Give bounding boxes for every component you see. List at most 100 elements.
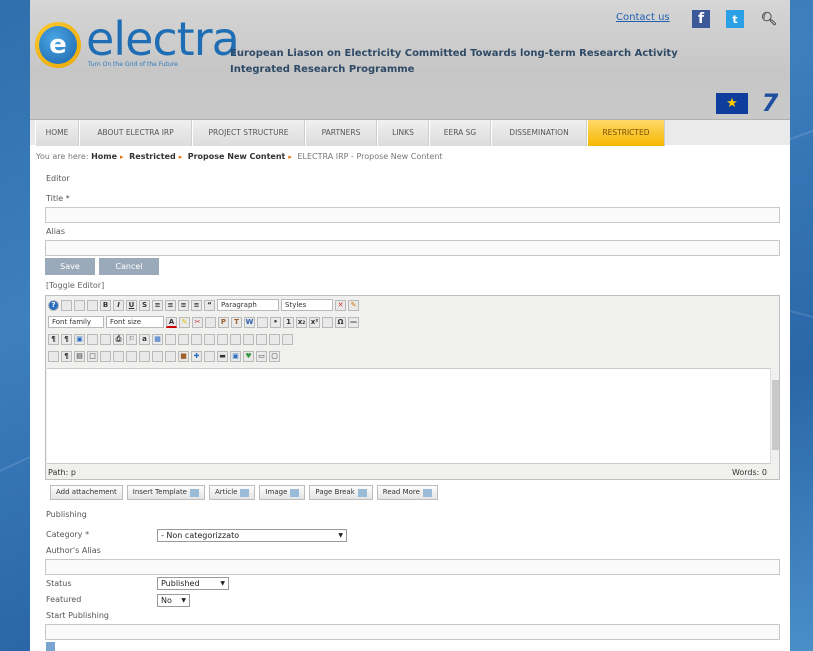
absolute-icon[interactable]: ▣ <box>230 350 241 362</box>
select-all-icon[interactable] <box>257 316 268 328</box>
insert-time-icon[interactable] <box>165 333 176 345</box>
align-right-icon[interactable]: ≡ <box>178 299 189 311</box>
facebook-icon[interactable]: f <box>692 10 710 28</box>
delete-col-icon[interactable] <box>269 333 280 345</box>
insert-date-icon[interactable]: ▦ <box>152 333 163 345</box>
bullet-list-icon[interactable]: • <box>270 316 281 328</box>
nav-item-dissemination[interactable]: DISSEMINATION <box>491 120 587 146</box>
subscript-icon[interactable]: x₂ <box>296 316 307 328</box>
template-icon[interactable]: ▤ <box>74 350 85 362</box>
contact-us-link[interactable]: Contact us <box>616 12 670 23</box>
read-more-button[interactable]: Read More <box>376 485 438 500</box>
font-size-select[interactable]: Font size <box>106 316 164 328</box>
copy-icon[interactable] <box>205 316 216 328</box>
help-icon[interactable]: ? <box>48 299 59 311</box>
scrollbar-thumb[interactable] <box>772 380 779 450</box>
ins-icon[interactable] <box>165 350 176 362</box>
title-field[interactable] <box>45 207 780 223</box>
media-icon[interactable] <box>87 333 98 345</box>
cell-props-icon[interactable] <box>230 333 241 345</box>
paste-text-icon[interactable]: T <box>231 316 242 328</box>
non-breaking-icon[interactable]: ♥ <box>243 350 254 362</box>
abbr-icon[interactable] <box>113 350 124 362</box>
editor-content-area[interactable] <box>47 368 778 464</box>
text-color-icon[interactable]: A <box>166 316 177 328</box>
align-center-icon[interactable]: ≡ <box>165 299 176 311</box>
nav-item-home[interactable]: HOME <box>35 120 79 146</box>
split-cells-icon[interactable] <box>282 333 293 345</box>
blockquote-icon[interactable]: “ <box>204 299 215 311</box>
electra-logo-icon[interactable]: e <box>35 22 81 68</box>
calendar-icon[interactable] <box>46 642 55 651</box>
breadcrumb-restricted[interactable]: Restricted <box>129 152 176 161</box>
add-attachment-button[interactable]: Add attachement <box>50 485 123 500</box>
strikethrough-icon[interactable]: S <box>139 299 150 311</box>
nav-item-about[interactable]: ABOUT ELECTRA IRP <box>79 120 192 146</box>
ltr-icon[interactable]: ¶ <box>48 333 59 345</box>
editor-scrollbar[interactable] <box>770 368 779 464</box>
align-left-icon[interactable]: ≡ <box>152 299 163 311</box>
search-icon[interactable]: 🔍︎ <box>760 10 778 28</box>
featured-select[interactable]: No ▼ <box>157 594 190 607</box>
nav-item-restricted[interactable]: RESTRICTED <box>587 120 665 146</box>
special-char-icon[interactable]: Ω <box>335 316 346 328</box>
bold-icon[interactable]: B <box>100 299 111 311</box>
new-document-icon[interactable] <box>61 299 72 311</box>
acronym-icon[interactable] <box>126 350 137 362</box>
col-after-icon[interactable] <box>256 333 267 345</box>
breadcrumb-propose[interactable]: Propose New Content <box>188 152 286 161</box>
align-justify-icon[interactable]: ≡ <box>191 299 202 311</box>
cite-icon[interactable] <box>139 350 150 362</box>
category-select[interactable]: - Non categorizzato ▼ <box>157 529 347 542</box>
insert-layer-icon[interactable]: ✚ <box>191 350 202 362</box>
paragraph-select[interactable]: Paragraph <box>217 299 279 311</box>
toggle-editor-link[interactable]: [Toggle Editor] <box>46 281 104 290</box>
rtl-icon[interactable]: ¶ <box>61 333 72 345</box>
undo-icon[interactable] <box>74 299 85 311</box>
layer-icon[interactable]: □ <box>87 350 98 362</box>
status-select[interactable]: Published ▼ <box>157 577 229 590</box>
styles-select[interactable]: Styles <box>281 299 333 311</box>
superscript-icon[interactable]: x² <box>309 316 320 328</box>
anchor-icon[interactable] <box>100 333 111 345</box>
show-blocks-icon[interactable]: ¶ <box>61 350 72 362</box>
styleprops-icon[interactable] <box>100 350 111 362</box>
table-icon[interactable] <box>204 333 215 345</box>
image-button[interactable]: Image <box>259 485 306 500</box>
move-backward-icon[interactable]: ▬ <box>217 350 228 362</box>
authors-alias-field[interactable] <box>45 559 780 575</box>
paste-icon[interactable]: P <box>218 316 229 328</box>
move-forward-icon[interactable] <box>204 350 215 362</box>
unlink-icon[interactable] <box>191 333 202 345</box>
insert-template-button[interactable]: Insert Template <box>126 485 205 500</box>
del-icon[interactable] <box>152 350 163 362</box>
charmap-disabled-icon[interactable] <box>322 316 333 328</box>
cancel-button[interactable]: Cancel <box>99 258 159 275</box>
breadcrumb-home[interactable]: Home <box>91 152 117 161</box>
twitter-icon[interactable]: t <box>726 10 744 28</box>
fullscreen-icon[interactable]: ▢ <box>269 350 280 362</box>
redo-icon[interactable] <box>87 299 98 311</box>
alias-field[interactable] <box>45 240 780 256</box>
eraser-icon[interactable]: ✎ <box>348 299 359 311</box>
article-button[interactable]: Article <box>209 485 256 500</box>
horizontal-rule-icon[interactable]: — <box>348 316 359 328</box>
start-publishing-field[interactable] <box>45 624 780 640</box>
highlight-icon[interactable]: ✎ <box>179 316 190 328</box>
logo-wordmark[interactable]: electra <box>86 12 240 66</box>
page-break-button[interactable]: Page Break <box>309 485 373 500</box>
attribs-icon[interactable]: ■ <box>178 350 189 362</box>
col-before-icon[interactable] <box>243 333 254 345</box>
underline-icon[interactable]: U <box>126 299 137 311</box>
print-icon[interactable]: ⎙ <box>113 333 124 345</box>
nav-item-partners[interactable]: PARTNERS <box>305 120 377 146</box>
find-icon[interactable]: ⚐ <box>126 333 137 345</box>
image-insert-icon[interactable]: ▣ <box>74 333 85 345</box>
replace-icon[interactable]: a <box>139 333 150 345</box>
pagebreak-icon[interactable]: ▭ <box>256 350 267 362</box>
cleanup-icon[interactable]: ✕ <box>335 299 346 311</box>
link-icon[interactable] <box>178 333 189 345</box>
font-family-select[interactable]: Font family <box>48 316 104 328</box>
visual-aid-icon[interactable] <box>48 350 59 362</box>
nav-item-links[interactable]: LINKS <box>377 120 429 146</box>
